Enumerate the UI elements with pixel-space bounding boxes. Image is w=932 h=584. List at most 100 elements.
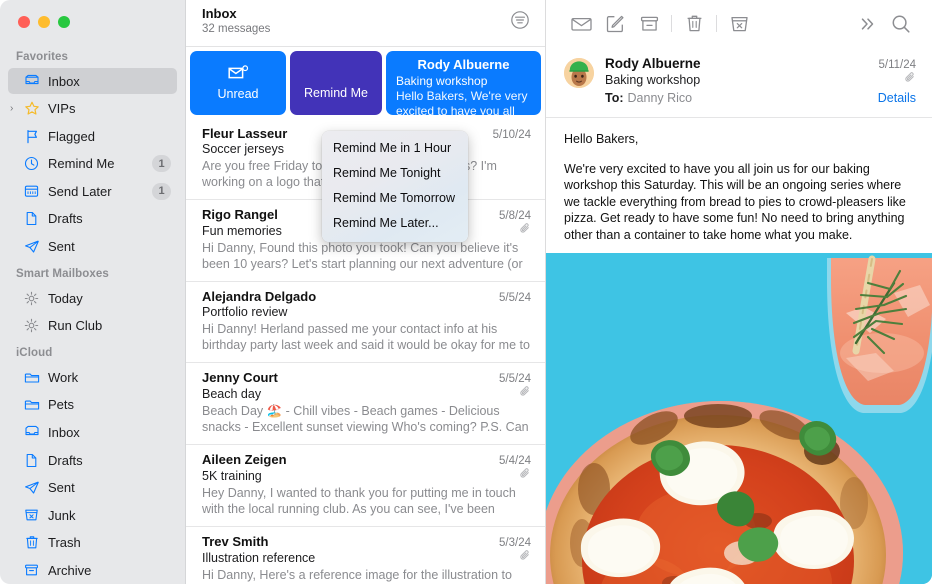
details-link[interactable]: Details: [878, 91, 916, 105]
sidebar-item-junk[interactable]: Junk: [8, 502, 177, 528]
paper-plane-icon: [22, 479, 41, 496]
compose-icon[interactable]: [598, 9, 632, 39]
message-preview: Hi Danny, Here's a reference image for t…: [202, 568, 512, 584]
sidebar-item-inbox[interactable]: Inbox: [8, 68, 177, 94]
minimize-button[interactable]: [38, 15, 50, 28]
sidebar-item-run-club[interactable]: Run Club: [8, 313, 177, 339]
message-header-text: Rody Albuerne 5/11/24 Baking workshop To…: [605, 56, 916, 107]
reader-toolbar: [546, 0, 932, 47]
sidebar-item-drafts-icloud[interactable]: Drafts: [8, 447, 177, 473]
sidebar-item-label: Run Club: [48, 318, 103, 334]
filter-icon[interactable]: [509, 9, 531, 31]
sidebar-item-label: Inbox: [48, 73, 80, 89]
toolbar-divider: [671, 15, 672, 32]
message-from: Alejandra Delgado: [202, 289, 317, 304]
message-date: 5/4/24: [499, 455, 531, 467]
trash-icon: [22, 534, 41, 551]
remind-me-popover-menu: Remind Me in 1 Hour Remind Me Tonight Re…: [322, 131, 468, 242]
paperclip-icon: [519, 467, 531, 485]
paperclip-icon: [519, 385, 531, 403]
message-row-selected[interactable]: Rody Albuerne Baking workshop Hello Bake…: [386, 51, 541, 115]
message-date: 5/11/24: [878, 59, 916, 71]
message-from: Aileen Zeigen: [202, 452, 287, 467]
sidebar-item-trash[interactable]: Trash: [8, 530, 177, 556]
menu-item-remind-tonight[interactable]: Remind Me Tonight: [322, 161, 468, 186]
sidebar-item-send-later[interactable]: Send Later 1: [8, 179, 177, 205]
sidebar-section-favorites: Favorites: [16, 51, 69, 64]
message-date: 5/3/24: [499, 537, 531, 549]
sidebar-item-remind-me[interactable]: Remind Me 1: [8, 151, 177, 177]
junk-icon[interactable]: [722, 9, 756, 39]
archive-icon[interactable]: [632, 9, 666, 39]
sidebar-item-flagged[interactable]: Flagged: [8, 123, 177, 149]
to-label: To:: [605, 91, 624, 105]
chevron-right-icon[interactable]: ›: [10, 103, 13, 114]
message-body: Hello Bakers, We're very excited to have…: [546, 118, 932, 253]
message-subject: 5K training: [202, 468, 262, 483]
body-paragraph: Hello Bakers,: [564, 132, 639, 146]
sidebar-item-label: Trash: [48, 535, 81, 551]
message-date: 5/5/24: [499, 373, 531, 385]
close-button[interactable]: [18, 15, 30, 28]
document-icon: [22, 452, 41, 469]
junk-icon: [22, 507, 41, 524]
sidebar-item-label: Today: [48, 290, 83, 306]
folder-icon: [22, 396, 41, 413]
inbox-icon: [22, 73, 41, 90]
menu-item-remind-1-hour[interactable]: Remind Me in 1 Hour: [322, 136, 468, 161]
message-preview: Hey Danny, I wanted to thank you for put…: [202, 486, 516, 516]
sidebar-item-drafts[interactable]: Drafts: [8, 206, 177, 232]
maximize-button[interactable]: [58, 15, 70, 28]
message-header: Rody Albuerne 5/11/24 Baking workshop To…: [546, 47, 932, 118]
toolbar-divider: [716, 15, 717, 32]
paper-plane-icon: [22, 238, 41, 255]
list-header: Inbox 32 messages: [186, 0, 545, 47]
message-subject: Baking workshop: [396, 74, 488, 88]
table-row[interactable]: Trev Smith 5/3/24 Illustration reference…: [186, 527, 545, 584]
clock-icon: [22, 155, 41, 172]
recipient-name: Danny Rico: [627, 91, 693, 105]
sidebar-item-today[interactable]: Today: [8, 285, 177, 311]
sidebar-item-vips[interactable]: › VIPs: [8, 96, 177, 122]
message-subject: Soccer jerseys: [202, 142, 284, 156]
swipe-action-unread[interactable]: Unread: [190, 51, 286, 115]
message-rows: Unread Remind Me Rody Albuerne Baking wo…: [186, 47, 545, 584]
body-paragraph: We're very excited to have you all join …: [564, 161, 906, 242]
message-preview: Hi Danny! Herland passed me your contact…: [202, 322, 530, 352]
sidebar-item-sent[interactable]: Sent: [8, 234, 177, 260]
table-row[interactable]: Jenny Court 5/5/24 Beach day Beach Day 🏖…: [186, 363, 545, 445]
sidebar-item-label: Sent: [48, 239, 75, 255]
mailbox-title: Inbox: [202, 6, 237, 21]
mail-window: Favorites Inbox › VIPs Flagged Remind Me…: [0, 0, 932, 584]
swipe-action-remind-me[interactable]: Remind Me: [290, 51, 382, 115]
table-row[interactable]: Aileen Zeigen 5/4/24 5K training Hey Dan…: [186, 445, 545, 527]
sidebar-item-label: Send Later: [48, 183, 112, 199]
message-subject: Beach day: [202, 386, 262, 401]
sidebar-item-inbox-icloud[interactable]: Inbox: [8, 420, 177, 446]
envelope-icon[interactable]: [564, 9, 598, 39]
message-from: Trev Smith: [202, 534, 269, 549]
search-icon[interactable]: [884, 9, 918, 39]
sidebar-item-work[interactable]: Work: [8, 364, 177, 390]
menu-item-remind-later[interactable]: Remind Me Later...: [322, 211, 468, 236]
sidebar-item-label: Archive: [48, 562, 92, 578]
message-subject: Illustration reference: [202, 550, 316, 565]
gear-icon: [22, 290, 41, 307]
reading-pane: Rody Albuerne 5/11/24 Baking workshop To…: [546, 0, 932, 584]
sidebar-item-pets[interactable]: Pets: [8, 392, 177, 418]
sidebar-section-smart-mailboxes: Smart Mailboxes: [16, 268, 109, 281]
sidebar-item-label: Work: [48, 369, 79, 385]
sidebar-badge: 1: [152, 155, 171, 173]
swipe-action-label: Unread: [217, 87, 259, 101]
margherita-pizza-photo[interactable]: [546, 253, 932, 584]
sidebar-item-archive[interactable]: Archive: [8, 558, 177, 584]
inbox-icon: [22, 424, 41, 441]
table-row[interactable]: Alejandra Delgado 5/5/24 Portfolio revie…: [186, 282, 545, 363]
chevron-double-right-icon[interactable]: [850, 9, 884, 39]
trash-icon[interactable]: [677, 9, 711, 39]
sidebar-item-label: Drafts: [48, 211, 83, 227]
menu-item-remind-tomorrow[interactable]: Remind Me Tomorrow: [322, 186, 468, 211]
sidebar-item-sent-icloud[interactable]: Sent: [8, 475, 177, 501]
star-icon: [22, 100, 41, 117]
sidebar-item-label: Drafts: [48, 452, 83, 468]
